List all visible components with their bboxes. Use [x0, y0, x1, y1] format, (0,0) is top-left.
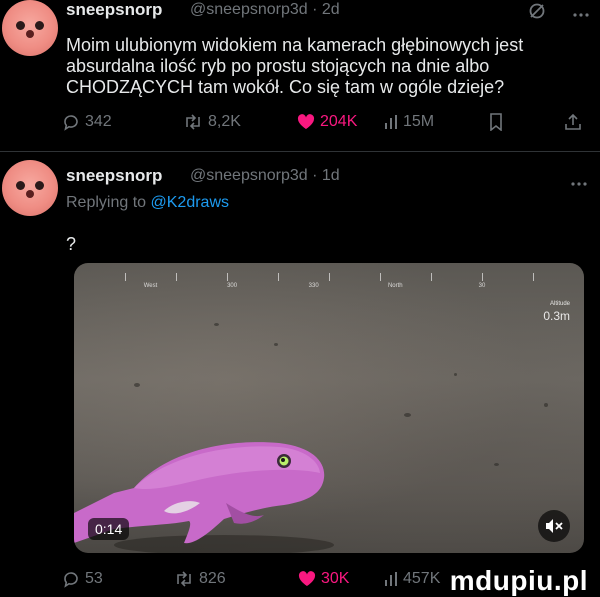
reply-icon: [64, 115, 78, 131]
heading-label: 30: [478, 283, 486, 289]
replying-to: Replying to @K2draws: [66, 194, 229, 212]
repost-button[interactable]: 826: [174, 570, 226, 588]
repost-icon: [186, 114, 200, 130]
like-count: 204K: [320, 113, 358, 130]
grok-icon[interactable]: [528, 2, 546, 25]
tweet2-text: ?: [66, 234, 77, 254]
repost-icon: [177, 571, 191, 587]
reply-count: 53: [85, 570, 103, 587]
more-icon[interactable]: [572, 5, 590, 23]
volume-muted-icon: [546, 519, 563, 533]
views-button[interactable]: 15M: [384, 113, 434, 131]
views-icon: [385, 115, 397, 129]
views-icon: [385, 572, 397, 586]
repost-count: 8,2K: [208, 113, 241, 130]
avatar-face-icon: [14, 19, 46, 39]
views-count: 457K: [403, 570, 441, 587]
tweet1-text-line: Moim ulubionym widokiem na kamerach głęb…: [66, 35, 524, 55]
tweet2-author-name[interactable]: sneepsnorp: [66, 166, 162, 186]
repost-button[interactable]: 8,2K: [183, 113, 241, 131]
like-count: 30K: [321, 570, 350, 587]
heading-overlay: West 300 330 North 30: [74, 273, 584, 295]
reply-count: 342: [85, 113, 112, 130]
altitude-label: Altitude: [549, 301, 570, 307]
reply-icon: [64, 572, 78, 588]
tweet1-text-line: CHODZĄCYCH tam wokół. Co się tam w ogóle…: [66, 77, 505, 97]
video-time: 0:14: [88, 518, 130, 540]
views-button[interactable]: 457K: [384, 570, 440, 588]
tweet1-text-line: absurdalna ilość ryb po prostu stojących…: [66, 56, 490, 76]
share-icon: [565, 113, 581, 130]
heading-label: West: [143, 283, 158, 289]
heart-icon: [298, 571, 316, 586]
watermark: mdupiu.pl: [449, 565, 588, 596]
like-button[interactable]: 30K: [298, 570, 349, 588]
bookmark-icon: [490, 113, 502, 131]
more-icon[interactable]: [570, 174, 588, 192]
heading-label: 330: [308, 283, 319, 289]
tweet1-avatar[interactable]: [2, 0, 58, 56]
tweet1-author-name[interactable]: sneepsnorp: [66, 0, 162, 20]
video-player[interactable]: West 300 330 North 30 Altitude 0.3m 0:14: [74, 263, 584, 553]
tweet1-handle-time[interactable]: @sneepsnorp3d · 2d: [190, 1, 340, 19]
avatar-face-icon: [14, 179, 46, 199]
heading-label: North: [387, 283, 403, 289]
tweet1-text: Moim ulubionym widokiem na kamerach głęb…: [66, 35, 586, 98]
like-button[interactable]: 204K: [297, 113, 357, 131]
bookmark-button[interactable]: [489, 113, 503, 131]
reply-button[interactable]: 342: [62, 113, 112, 131]
replying-to-label: Replying to: [66, 194, 147, 211]
tweet2-avatar[interactable]: [2, 160, 58, 216]
repost-count: 826: [199, 570, 226, 587]
share-button[interactable]: [564, 113, 582, 131]
tweet1-top-actions: [528, 2, 590, 25]
replying-to-handle[interactable]: @K2draws: [151, 194, 230, 211]
tweet-divider: [0, 151, 600, 152]
altitude-readout: Altitude 0.3m: [543, 301, 570, 325]
tweet1-actions: 342 8,2K 204K 15M: [62, 113, 592, 135]
tweet2-handle-time[interactable]: @sneepsnorp3d · 1d: [190, 167, 340, 185]
views-count: 15M: [403, 113, 435, 130]
heart-icon: [297, 114, 315, 129]
reply-button[interactable]: 53: [62, 570, 103, 588]
mute-button[interactable]: [538, 510, 570, 542]
altitude-value: 0.3m: [543, 309, 570, 323]
heading-label: 300: [227, 283, 238, 289]
